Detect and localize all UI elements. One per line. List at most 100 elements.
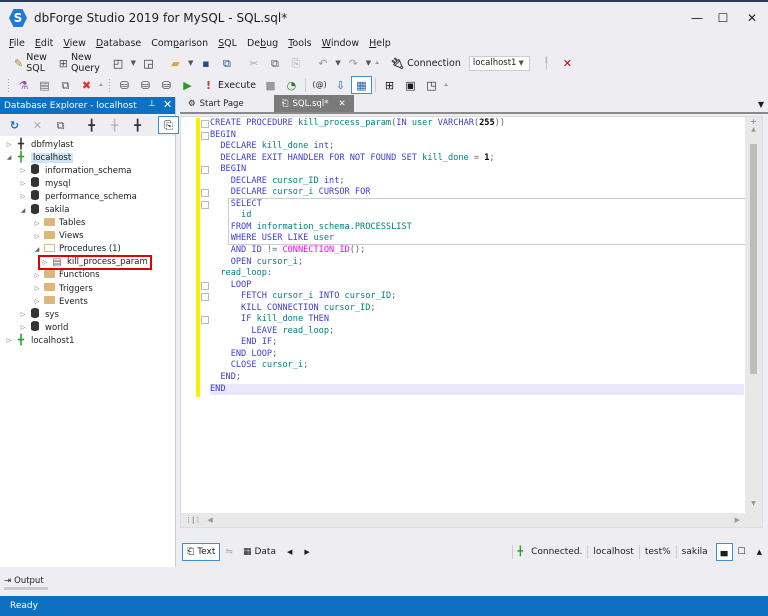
data-view-button[interactable]: ▦ Data [238, 543, 281, 561]
tree-node[interactable]: ▷ ╋ localhost1 [0, 334, 175, 347]
code-line[interactable]: WHERE USER LIKE user [210, 233, 744, 245]
fold-toggle-icon[interactable] [201, 131, 209, 140]
toolbar-overflow[interactable]: ⩡ [99, 81, 103, 90]
paste-button[interactable]: ⎘ [285, 54, 306, 72]
close-button[interactable]: ✕ [735, 4, 768, 32]
horizontal-scrollbar[interactable]: ⋮|⋮ ◀ ▶ [181, 513, 746, 527]
new-document-dropdown[interactable]: ▼ [131, 59, 136, 67]
toolbar-grip[interactable] [107, 78, 111, 92]
code-line[interactable]: AND ID != CONNECTION_ID(); [210, 245, 744, 257]
windows-button[interactable]: ⧉ [55, 76, 76, 94]
tree-node[interactable]: ◢ sakila [0, 203, 175, 216]
new-query-button[interactable]: ⊞ New Query [55, 52, 108, 74]
code-line[interactable]: END; [210, 372, 744, 384]
open-button[interactable]: ▰ [165, 54, 186, 72]
import-button[interactable]: ⇩ [330, 76, 351, 94]
code-line[interactable]: END [210, 383, 744, 396]
tree-node[interactable]: ◢ ╋ localhost [0, 151, 175, 164]
collapse-arrow-icon[interactable]: ◢ [18, 207, 28, 214]
expand-arrow-icon[interactable]: ▷ [40, 259, 50, 266]
execute-button[interactable]: ! Execute [198, 76, 260, 94]
scroll-thumb[interactable] [750, 144, 757, 374]
filter-toggle[interactable]: ⎘ [158, 116, 179, 134]
fold-toggle-icon[interactable] [201, 166, 209, 175]
chart-button[interactable]: ▣ [400, 76, 421, 94]
db-edit-button[interactable]: ⛁ [114, 76, 135, 94]
text-view-button[interactable]: ⎗ Text [182, 543, 221, 561]
next-icon[interactable]: ▶ [304, 548, 309, 556]
expand-arrow-icon[interactable]: ▷ [18, 324, 28, 331]
split-horizontal-icon[interactable]: ⋮|⋮ [185, 516, 201, 524]
redo-dropdown[interactable]: ▼ [366, 59, 371, 67]
tree-node[interactable]: ◢ Procedures (1) [0, 243, 175, 256]
collapse-icon[interactable]: ▲ [757, 548, 762, 556]
save-all-button[interactable]: ⧉ [216, 54, 237, 72]
history-button[interactable]: ◔ [281, 76, 302, 94]
tree-node[interactable]: ▷ ▤ kill_process_param [0, 254, 175, 270]
code-line[interactable]: FROM information_schema.PROCESSLIST [210, 222, 744, 234]
cut-button[interactable]: ✂ [243, 54, 264, 72]
connect-button[interactable]: ╿ [536, 54, 557, 72]
undo-dropdown[interactable]: ▼ [335, 59, 340, 67]
menu-debug[interactable]: Debug [242, 38, 283, 49]
new-sql-button[interactable]: ✎ New SQL [10, 52, 55, 74]
expand-arrow-icon[interactable]: ▷ [18, 180, 28, 187]
tree-node[interactable]: ▷ Events [0, 295, 175, 308]
collapse-arrow-icon[interactable]: ◢ [32, 246, 42, 253]
stop-execution-button[interactable]: ■ [260, 76, 281, 94]
menu-sql[interactable]: SQL [213, 38, 242, 49]
open-dropdown[interactable]: ▼ [188, 59, 193, 67]
duplicate-button[interactable]: ⧉ [50, 116, 71, 134]
sql-editor[interactable]: CREATE PROCEDURE kill_process_param(IN u… [180, 116, 763, 528]
expand-arrow-icon[interactable]: ▷ [18, 193, 28, 200]
code-line[interactable]: END IF; [210, 337, 744, 349]
copy-button[interactable]: ⧉ [264, 54, 285, 72]
single-panel-toggle[interactable]: ☐ [733, 543, 751, 561]
code-line[interactable]: END LOOP; [210, 349, 744, 361]
refresh-button[interactable]: ↻ [4, 116, 25, 134]
disconnect-button[interactable]: ╋ [127, 116, 148, 134]
code-line[interactable]: id [210, 210, 744, 222]
menu-view[interactable]: View [58, 38, 91, 49]
toolbar-overflow[interactable]: ⩡ [444, 81, 448, 90]
code-line[interactable]: DECLARE kill_done int; [210, 141, 744, 153]
code-line[interactable]: CLOSE cursor_i; [210, 360, 744, 372]
tree-node[interactable]: ▷ information_schema [0, 164, 175, 177]
parameters-button[interactable]: (@) [309, 76, 330, 94]
run-button[interactable]: ▶ [177, 76, 198, 94]
fold-toggle-icon[interactable] [201, 281, 209, 290]
tab-list-dropdown[interactable]: ▼ [758, 100, 764, 109]
expand-arrow-icon[interactable]: ▷ [18, 167, 28, 174]
menu-help[interactable]: Help [364, 38, 396, 49]
tree-node[interactable]: ▷ performance_schema [0, 190, 175, 203]
tree-node[interactable]: ▷ Functions [0, 269, 175, 282]
code-line[interactable]: LEAVE read_loop; [210, 326, 744, 338]
connect-button[interactable]: ╋ [104, 116, 125, 134]
toolbar-overflow[interactable]: ⩡ [375, 59, 379, 68]
expand-arrow-icon[interactable]: ▷ [32, 233, 42, 240]
db-check-button[interactable]: ⛁ [156, 76, 177, 94]
scroll-down-icon[interactable]: ▼ [745, 500, 762, 507]
db-refresh-button[interactable]: ⛁ [135, 76, 156, 94]
code-line[interactable]: BEGIN [210, 164, 744, 176]
new-window-button[interactable]: ◳ [421, 76, 442, 94]
fold-toggle-icon[interactable] [201, 293, 209, 302]
connection-select[interactable]: localhost1 ▼ [468, 55, 530, 71]
tree-node[interactable]: ▷ Triggers [0, 282, 175, 295]
menu-tools[interactable]: Tools [283, 38, 316, 49]
code-line[interactable]: FETCH cursor_i INTO cursor_ID; [210, 291, 744, 303]
tree-node[interactable]: ▷ sys [0, 308, 175, 321]
tab-sql-file[interactable]: ⎗ SQL.sql* ✕ [273, 95, 354, 112]
new-connection-button[interactable]: ╋ [81, 116, 102, 134]
fold-toggle-icon[interactable] [201, 120, 209, 128]
split-icon[interactable]: ÷ [745, 117, 762, 126]
results-grid-toggle[interactable]: ▦ [350, 76, 372, 94]
scroll-left-icon[interactable]: ◀ [207, 516, 212, 524]
tree-node[interactable]: ▷ Views [0, 230, 175, 243]
scroll-up-icon[interactable]: ▲ [745, 126, 762, 133]
output-tab[interactable]: ⇥ Output [4, 574, 48, 590]
new-document-button[interactable]: ◰ [108, 54, 129, 72]
swap-button[interactable]: ⇋ [220, 543, 238, 561]
expand-arrow-icon[interactable]: ▷ [32, 220, 42, 227]
menu-file[interactable]: File [4, 38, 30, 49]
